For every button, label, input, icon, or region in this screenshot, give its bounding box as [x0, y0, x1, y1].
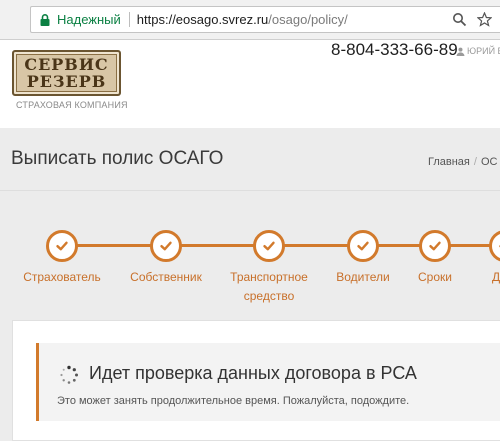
step-6-label[interactable]: Дос — [492, 268, 500, 287]
breadcrumb-home[interactable]: Главная — [428, 156, 470, 168]
check-icon — [429, 241, 441, 251]
page-title: Выписать полис ОСАГО — [11, 148, 224, 169]
check-icon — [160, 241, 172, 251]
loading-spinner-icon — [60, 365, 78, 384]
step-4-circle[interactable] — [347, 230, 379, 262]
page-title-bar: Выписать полис ОСАГО Главная / ОС — [0, 128, 500, 191]
check-icon — [357, 241, 369, 251]
company-logo[interactable]: СЕРВИС РЕЗЕРВ — [12, 50, 121, 96]
step-5-circle[interactable] — [419, 230, 451, 262]
search-icon[interactable] — [452, 12, 467, 27]
check-icon — [56, 241, 68, 251]
account-link[interactable]: ЮРИЙ ВЕ — [456, 46, 500, 56]
step-2-circle[interactable] — [150, 230, 182, 262]
browser-toolbar: Надежный https://eosago.svrez.ru/osago/p… — [0, 0, 500, 40]
address-separator — [128, 12, 130, 27]
step-5-label[interactable]: Сроки — [418, 268, 452, 287]
lock-icon — [40, 13, 50, 26]
step-1-label[interactable]: Страхователь — [23, 268, 101, 287]
step-2-label[interactable]: Собственник — [130, 268, 202, 287]
verification-title: Идет проверка данных договора в РСА — [89, 363, 417, 383]
step-3-label[interactable]: Транспортное средство — [230, 268, 308, 306]
step-4-label[interactable]: Водители — [336, 268, 389, 287]
step-1-circle[interactable] — [46, 230, 78, 262]
logo-line-1: СЕРВИС — [24, 55, 109, 74]
address-bar[interactable]: Надежный https://eosago.svrez.ru/osago/p… — [30, 6, 500, 33]
user-icon — [456, 47, 465, 56]
star-icon[interactable] — [477, 12, 492, 27]
site-header: СЕРВИС РЕЗЕРВ СТРАХОВАЯ КОМПАНИЯ 8-804-3… — [0, 40, 500, 128]
breadcrumb-current: ОС — [480, 156, 498, 168]
logo-line-2: РЕЗЕРВ — [26, 72, 107, 91]
verification-message: Это может занять продолжительное время. … — [57, 395, 410, 407]
verification-alert: Идет проверка данных договора в РСА Это … — [36, 343, 500, 421]
breadcrumb: Главная / ОС — [428, 156, 497, 168]
secure-label: Надежный — [57, 12, 121, 27]
check-icon — [263, 241, 275, 251]
phone-number[interactable]: 8-804-333-66-89 — [331, 40, 458, 60]
address-bar-actions — [452, 12, 492, 27]
account-name: ЮРИЙ ВЕ — [467, 46, 500, 56]
url-path: /osago/policy/ — [268, 12, 348, 27]
url-host: https://eosago.svrez.ru — [136, 12, 269, 27]
breadcrumb-separator: / — [473, 156, 477, 168]
step-3-circle[interactable] — [253, 230, 285, 262]
logo-caption: СТРАХОВАЯ КОМПАНИЯ — [16, 100, 128, 110]
step-6-circle[interactable] — [489, 230, 500, 262]
progress-steps: Страхователь Собственник Транспортное ср… — [0, 228, 500, 308]
